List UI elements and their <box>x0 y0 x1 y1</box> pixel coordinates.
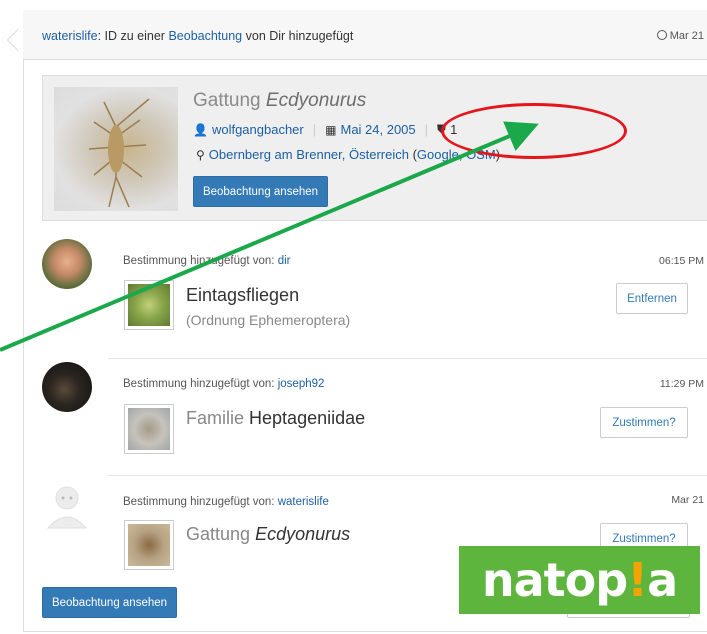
logo-exclamation: ! <box>627 553 648 607</box>
logo-text-a: natop <box>481 553 628 607</box>
notification-panel: waterislife: ID zu einer Beobachtung von… <box>0 0 707 634</box>
logo-text-b: a <box>647 553 678 607</box>
natopia-logo: natop! a <box>459 546 700 614</box>
annotation-arrow <box>0 121 539 352</box>
